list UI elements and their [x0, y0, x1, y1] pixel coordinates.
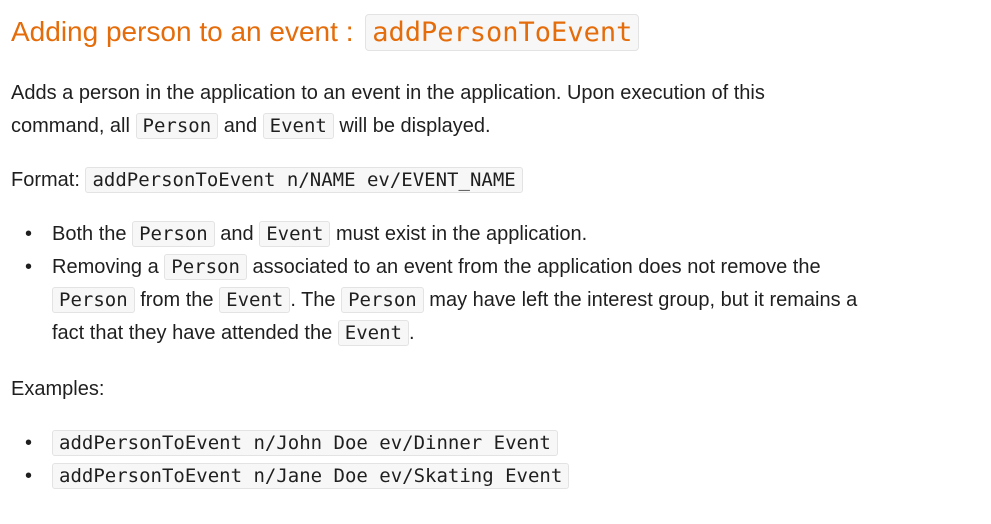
examples-label: Examples:: [11, 373, 104, 406]
note-text: fact that they have attended the: [52, 322, 338, 344]
note-text: .: [408, 322, 415, 344]
note-text: Removing a: [52, 256, 165, 278]
inline-code-person: Person: [132, 221, 215, 247]
example-command-code: addPersonToEvent n/John Doe ev/Dinner Ev…: [52, 430, 558, 456]
inline-code-event: Event: [259, 221, 331, 247]
heading-command-code: addPersonToEvent: [365, 14, 640, 51]
bullet-icon: •: [25, 432, 33, 454]
examples-label-text: Examples:: [11, 378, 105, 400]
examples-list: • addPersonToEvent n/John Doe ev/Dinner …: [25, 427, 570, 493]
note-text: must exist in the application.: [330, 223, 588, 245]
note-text: may have left the interest group, but it…: [423, 289, 858, 311]
description-text: command, all: [11, 115, 136, 137]
bullet-icon: •: [25, 223, 33, 245]
description-text: will be displayed.: [333, 115, 491, 137]
note-text: Both the: [52, 223, 133, 245]
heading-text: Adding person to an event :: [11, 16, 362, 47]
description-text: Adds a person in the application to an e…: [11, 82, 765, 104]
description-line-2: command, all Person and Event will be di…: [11, 110, 491, 143]
list-item: • Both the Person and Event must exist i…: [25, 218, 857, 251]
section-heading: Adding person to an event : addPersonToE…: [11, 12, 640, 53]
inline-code-person: Person: [164, 254, 247, 280]
inline-code-event: Event: [219, 287, 291, 313]
note-text: from the: [134, 289, 220, 311]
notes-list: • Both the Person and Event must exist i…: [25, 218, 858, 350]
note-text: . The: [290, 289, 342, 311]
inline-code-person: Person: [135, 113, 219, 139]
inline-code-event: Event: [262, 113, 334, 139]
bullet-icon: •: [25, 256, 33, 278]
example-command-code: addPersonToEvent n/Jane Doe ev/Skating E…: [52, 463, 570, 489]
list-item: • addPersonToEvent n/Jane Doe ev/Skating…: [25, 460, 570, 493]
inline-code-event: Event: [337, 320, 409, 346]
description-text: and: [218, 115, 263, 137]
note-text: associated to an event from the applicat…: [246, 256, 821, 278]
note-text: and: [214, 223, 260, 245]
list-item: • Removing a Person associated to an eve…: [25, 251, 858, 350]
format-label: Format:: [11, 169, 86, 191]
list-item: • addPersonToEvent n/John Doe ev/Dinner …: [25, 427, 569, 460]
format-line: Format: addPersonToEvent n/NAME ev/EVENT…: [11, 164, 523, 197]
bullet-icon: •: [25, 465, 33, 487]
format-command-code: addPersonToEvent n/NAME ev/EVENT_NAME: [85, 167, 523, 193]
description-line-1: Adds a person in the application to an e…: [11, 77, 765, 110]
inline-code-person: Person: [52, 287, 135, 313]
inline-code-person: Person: [341, 287, 424, 313]
